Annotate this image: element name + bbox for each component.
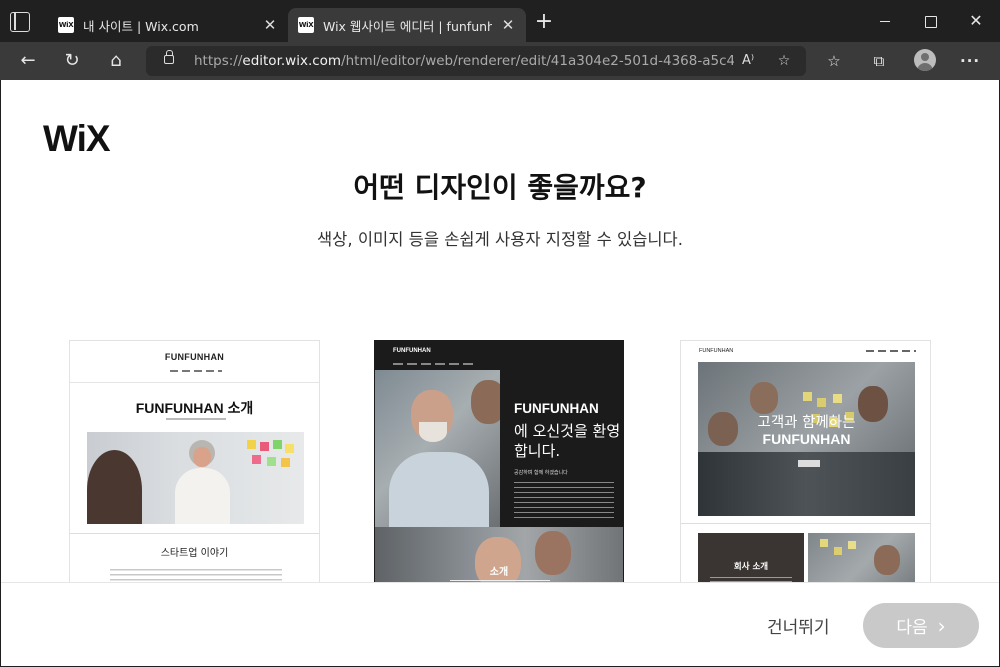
add-favorite-icon[interactable]: ☆ [774, 51, 794, 71]
window-close-button[interactable]: ✕ [964, 10, 988, 34]
template-text-panel: FUNFUNHAN 에 오신것을 환영합니다. 공감하며 함께 하겠습니다 [500, 370, 623, 527]
template-cta [798, 460, 820, 467]
next-button-label: 다음 [896, 618, 928, 638]
template-title-sub: FUNFUNHAN [762, 431, 851, 447]
close-icon[interactable]: ✕ [262, 16, 278, 34]
url-path: /html/editor/web/renderer/edit/41a304e2-… [341, 53, 734, 69]
collections-icon[interactable]: ⧉ [869, 51, 889, 71]
profile-avatar[interactable] [914, 49, 936, 71]
template-tagline: 공감하며 함께 하겠습니다 [514, 470, 568, 476]
template-nav [866, 350, 916, 352]
new-tab-button[interactable]: + [534, 11, 554, 33]
template-paragraph [514, 482, 614, 520]
template-title: FUNFUNHAN 소개 [135, 400, 254, 416]
sticky-notes [247, 440, 302, 478]
template-hero-image: 고객과 함께하는 FUNFUNHAN [698, 362, 915, 516]
template-nav [170, 370, 222, 372]
template-section-title: 스타트업 이야기 [160, 548, 229, 559]
tab-title: 내 사이트 | Wix.com [83, 18, 199, 34]
reload-button[interactable]: ↻ [60, 49, 84, 73]
person-figure [87, 450, 142, 524]
template-brand: FUNFUNHAN [699, 348, 734, 354]
page-title: 어떤 디자인이 좋을까요? [353, 171, 647, 204]
person-face [193, 447, 211, 467]
footer-bar: 건너뛰기 다음 › [1, 582, 999, 666]
person-face [471, 380, 500, 424]
template-hero-image [87, 432, 304, 524]
more-options-icon[interactable]: ··· [960, 51, 980, 71]
template-section-title: 소개 [489, 567, 509, 578]
template-nav [393, 363, 473, 365]
divider [70, 533, 319, 534]
chevron-right-icon: › [937, 613, 946, 638]
onboarding-page: WiX 어떤 디자인이 좋을까요? 색상, 이미지 등을 손쉽게 사용자 지정할… [1, 80, 999, 666]
tab-strip: WiX 내 사이트 | Wix.com ✕ WiX Wix 웹사이트 에디터 |… [0, 0, 1000, 42]
divider [70, 382, 319, 383]
template-paragraph [450, 580, 550, 582]
template-brand: FUNFUNHAN [393, 348, 431, 354]
template-title: FUNFUNHAN [514, 401, 599, 416]
template-card-1[interactable]: FUNFUNHAN FUNFUNHAN 소개 스타트업 이야기 [69, 340, 320, 600]
wix-logo: WiX [43, 118, 111, 159]
template-title-sub: 에 오신것을 환영합니다. [514, 422, 621, 461]
template-section-title: 회사 소개 [733, 562, 769, 572]
lock-icon[interactable] [164, 50, 174, 64]
favorites-icon[interactable]: ☆ [824, 51, 844, 71]
template-brand: FUNFUNHAN [164, 352, 225, 362]
wix-favicon-icon: WiX [298, 17, 314, 33]
person-face [750, 382, 778, 414]
person-beard [419, 422, 447, 442]
skip-link[interactable]: 건너뛰기 [767, 613, 830, 638]
template-subtitle [166, 418, 226, 420]
template-hero-image [375, 370, 500, 527]
template-card-2[interactable]: FUNFUNHAN FUNFUNHAN 에 오신것을 환영합니다. 공감하며 함… [374, 340, 624, 600]
url-host: editor.wix.com [242, 53, 342, 69]
minimize-button[interactable] [873, 10, 897, 34]
person-body [175, 468, 230, 524]
maximize-button[interactable] [918, 10, 942, 34]
template-title: 고객과 함께하는 [757, 415, 856, 431]
close-icon[interactable]: ✕ [500, 16, 516, 34]
tab-actions-icon[interactable] [10, 12, 30, 32]
tab-my-sites[interactable]: WiX 내 사이트 | Wix.com ✕ [48, 8, 288, 42]
read-aloud-icon[interactable]: A⁾ [738, 51, 758, 71]
wix-favicon-icon: WiX [58, 17, 74, 33]
page-subtitle: 색상, 이미지 등을 손쉽게 사용자 지정할 수 있습니다. [317, 230, 683, 249]
home-button[interactable]: ⌂ [104, 49, 128, 73]
url-text[interactable]: https://editor.wix.com/html/editor/web/r… [194, 53, 734, 69]
person-body [389, 452, 489, 527]
tab-wix-editor[interactable]: WiX Wix 웹사이트 에디터 | funfunhan ✕ [288, 8, 526, 42]
browser-toolbar: ← ↻ ⌂ https://editor.wix.com/html/editor… [0, 42, 1000, 80]
address-bar[interactable]: https://editor.wix.com/html/editor/web/r… [146, 46, 806, 76]
tab-title: Wix 웹사이트 에디터 | funfunhan [323, 18, 492, 34]
url-scheme: https:// [194, 53, 243, 69]
back-button[interactable]: ← [16, 49, 40, 73]
template-card-3[interactable]: FUNFUNHAN 고객과 함께하는 FUNFUNHAN 회사 소개 [680, 340, 931, 600]
person-figure [167, 438, 237, 524]
next-button[interactable]: 다음 › [863, 603, 979, 648]
divider [681, 523, 930, 524]
